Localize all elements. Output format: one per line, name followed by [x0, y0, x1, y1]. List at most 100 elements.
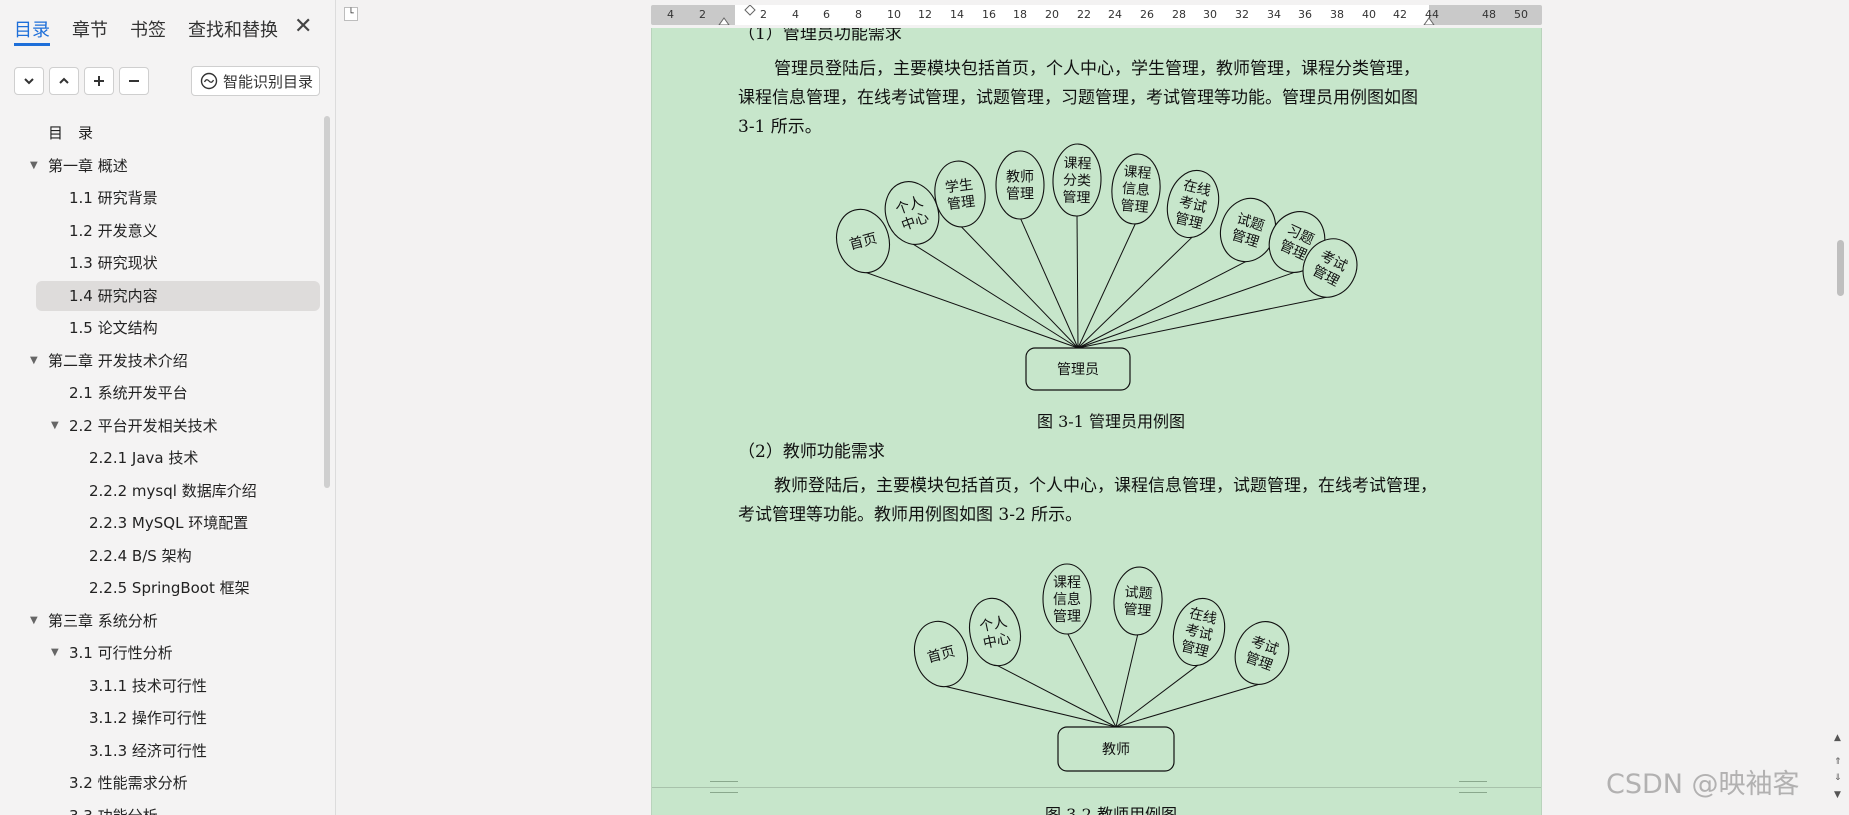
smart-toc-button[interactable]: 智能识别目录: [191, 66, 320, 96]
section-heading-teacher: （2）教师功能需求: [738, 442, 885, 462]
ruler-tick-label: 2: [760, 8, 767, 21]
toc-item[interactable]: 2.2.5 SpringBoot 框架: [0, 573, 322, 603]
tab-chapters[interactable]: 章节: [72, 16, 108, 46]
scroll-up-icon[interactable]: ▲: [1834, 733, 1841, 743]
actor-label: 教师: [1102, 742, 1130, 758]
use-case-label: 管理: [1062, 190, 1091, 207]
page-corner-mark-right: [1459, 781, 1487, 793]
page-down-icon[interactable]: ⇓: [1834, 773, 1842, 783]
add-level-button[interactable]: [84, 67, 114, 95]
toc-item[interactable]: 2.2.2 mysql 数据库介绍: [0, 476, 322, 506]
ruler-tick-label: 4: [792, 8, 799, 21]
ruler-tick-label: 38: [1330, 8, 1344, 21]
use-case-node: 课程信息管理: [1042, 563, 1092, 635]
page-break-line: [652, 787, 1541, 788]
toc-item-label: 3.1 可行性分析: [69, 644, 173, 662]
expand-arrow-icon[interactable]: ▼: [30, 346, 38, 376]
ruler-tick-label: 20: [1045, 8, 1059, 21]
collapse-all-button[interactable]: [14, 67, 44, 95]
tab-find-replace[interactable]: 查找和替换: [188, 16, 278, 46]
expand-arrow-icon[interactable]: ▼: [51, 638, 59, 668]
toc-item[interactable]: 3.1.3 经济可行性: [0, 736, 322, 766]
expand-all-button[interactable]: [49, 67, 79, 95]
expand-arrow-icon[interactable]: ▼: [30, 606, 38, 636]
smart-recognize-icon: [200, 72, 218, 90]
use-case-label: 学生: [944, 177, 974, 196]
toc-item-label: 1.5 论文结构: [69, 319, 158, 337]
use-case-label: 管理: [1123, 602, 1152, 620]
toc-item[interactable]: 2.2.1 Java 技术: [0, 443, 322, 473]
ruler-tick-label: 14: [950, 8, 964, 21]
toc-item[interactable]: 1.1 研究背景: [0, 183, 322, 213]
ruler-tick-label: 22: [1077, 8, 1091, 21]
ruler-tick-label: 2: [699, 8, 706, 21]
minus-icon: [129, 80, 139, 82]
ruler-tick-label: 34: [1267, 8, 1281, 21]
tab-bookmarks[interactable]: 书签: [130, 16, 166, 46]
toc-item[interactable]: ▼ 第一章 概述: [0, 151, 322, 181]
tab-toc[interactable]: 目录: [14, 16, 50, 46]
document-page[interactable]: （1）管理员功能需求 管理员登陆后，主要模块包括首页，个人中心，学生管理，教师管…: [651, 28, 1542, 815]
page-up-icon[interactable]: ⇑: [1834, 757, 1842, 767]
association-line: [940, 684, 1117, 728]
ruler-tick-label: 4: [667, 8, 674, 21]
close-icon[interactable]: ✕: [294, 14, 312, 39]
figure-caption-admin: 图 3-1 管理员用例图: [1037, 412, 1185, 431]
toc-item-label: 1.1 研究背景: [69, 189, 158, 207]
toc-item[interactable]: 3.1.1 技术可行性: [0, 671, 322, 701]
use-case-node: 考试管理: [1234, 621, 1290, 685]
ruler-tick-label: 36: [1298, 8, 1312, 21]
association-line: [959, 225, 1079, 349]
toc-item[interactable]: 1.2 开发意义: [0, 216, 322, 246]
admin-use-case-diagram: 首页个人中心学生管理教师管理课程分类管理课程信息管理在线考试管理 试题管理 习题管理…: [836, 143, 1358, 391]
toc-item[interactable]: 3.3 功能分析: [0, 801, 322, 815]
remove-level-button[interactable]: [119, 67, 149, 95]
ruler-tick-label: 24: [1108, 8, 1122, 21]
toc-item-label: 2.2.5 SpringBoot 框架: [89, 579, 250, 597]
toc-item[interactable]: 目 录: [0, 118, 322, 148]
use-case-label: 管理: [1053, 609, 1081, 625]
toc-item[interactable]: ▼ 第二章 开发技术介绍: [0, 346, 322, 376]
scroll-down-icon[interactable]: ▼: [1834, 790, 1841, 800]
toc-item[interactable]: 2.2.4 B/S 架构: [0, 541, 322, 571]
figure-caption-teacher: 图 3-2 教师用例图: [1045, 805, 1177, 815]
use-case-label: 课程: [1053, 575, 1081, 591]
association-line: [994, 663, 1117, 728]
ruler-tick-label: 6: [823, 8, 830, 21]
association-line: [911, 242, 1079, 349]
toc-item[interactable]: 1.3 研究现状: [0, 248, 322, 278]
toc-item-label: 1.2 开发意义: [69, 221, 158, 240]
toc-item[interactable]: 1.5 论文结构: [0, 313, 322, 343]
ruler-tick-label: 42: [1393, 8, 1407, 21]
plus-icon: [94, 76, 104, 86]
toc-item[interactable]: ▼ 3.1 可行性分析: [0, 638, 322, 668]
ruler-tick-label: 40: [1362, 8, 1376, 21]
use-case-node: 首页: [913, 620, 969, 688]
expand-arrow-icon[interactable]: ▼: [30, 151, 38, 181]
page-corner-mark-left: [710, 781, 738, 793]
toc-item[interactable]: ▼ 第三章 系统分析: [0, 606, 322, 636]
tab-stop-selector[interactable]: └: [344, 7, 358, 21]
toc-item-label: 1.4 研究内容: [69, 286, 158, 305]
document-scrollbar-thumb[interactable]: [1837, 240, 1844, 296]
use-case-node: 个人中心: [968, 597, 1022, 667]
ruler-tick-label: 18: [1013, 8, 1027, 21]
actor-label: 管理员: [1057, 362, 1099, 378]
toc-item[interactable]: ▼ 2.2 平台开发相关技术: [0, 411, 322, 441]
horizontal-ruler[interactable]: 4 2 2 4 6 8 10 12 14 16 18 20 22 24 26 28 30 32 34 36 38 40 42…: [651, 5, 1542, 25]
toc-item[interactable]: 1.4 研究内容: [36, 280, 320, 311]
nav-scrollbar[interactable]: [324, 116, 330, 488]
toc-item[interactable]: 2.2.3 MySQL 环境配置: [0, 508, 322, 538]
use-case-label: 分类: [1063, 173, 1092, 190]
use-case-node: 在线考试管理: [1172, 597, 1226, 667]
association-line: [1066, 632, 1117, 728]
toc-item[interactable]: 3.2 性能需求分析: [0, 768, 322, 798]
watermark: CSDN @映袖客: [1606, 769, 1800, 800]
ruler-indent-markers: [718, 5, 1435, 25]
toc-item[interactable]: 2.1 系统开发平台: [0, 378, 322, 408]
paragraph-teacher-line1: 教师登陆后，主要模块包括首页，个人中心，课程信息管理，试题管理，在线考试管理，: [774, 476, 1437, 496]
ruler-tick-label: 44: [1425, 8, 1439, 21]
toc-item[interactable]: 3.1.2 操作可行性: [0, 703, 322, 733]
ruler-tick-label: 10: [887, 8, 901, 21]
expand-arrow-icon[interactable]: ▼: [51, 411, 59, 441]
